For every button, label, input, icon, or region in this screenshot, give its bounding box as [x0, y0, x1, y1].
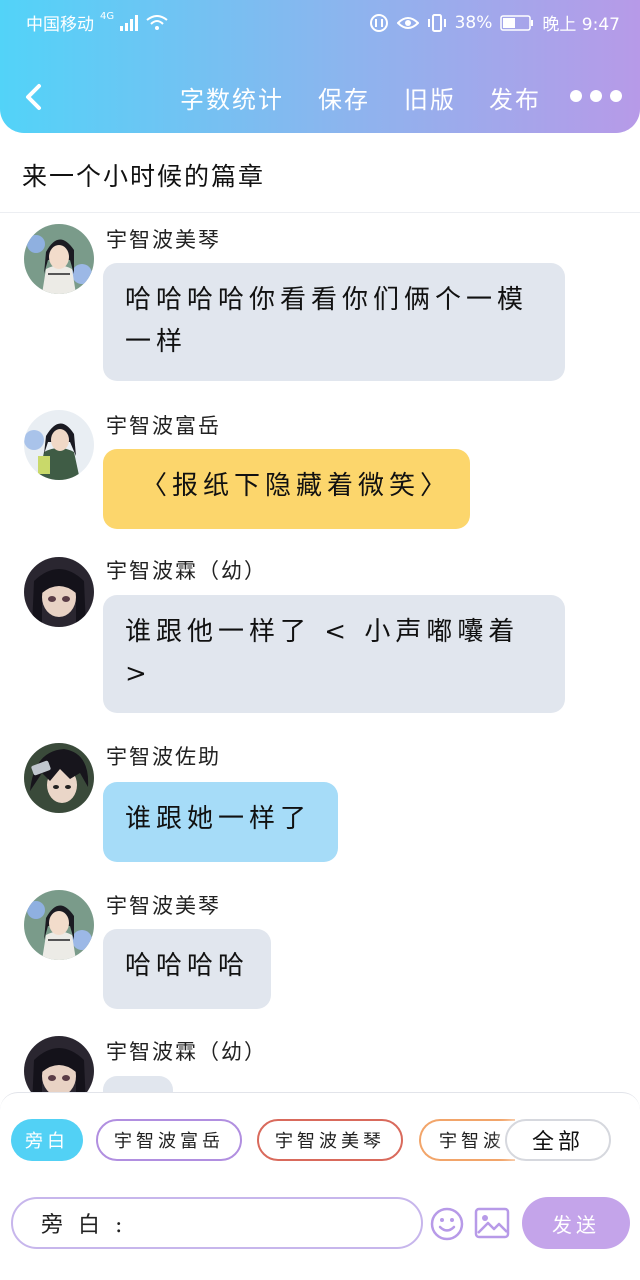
save-button[interactable]: 保存 [318, 80, 370, 115]
role-chip[interactable]: 宇智波 [419, 1119, 515, 1161]
emoji-icon [430, 1207, 464, 1241]
chapter-title-bar[interactable]: 来一个小时候的篇章 [0, 133, 640, 213]
all-roles-button[interactable]: 全部 [505, 1119, 611, 1161]
composer-panel: 旁白 宇智波富岳 宇智波美琴 宇智波 全部 旁 白 : 发送 [0, 1092, 640, 1280]
more-icon [570, 90, 582, 102]
sender-name: 宇智波美琴 [106, 894, 221, 918]
sender-name: 宇智波霖（幼） [106, 1040, 267, 1064]
eye-icon [396, 15, 419, 31]
message-bubble[interactable]: 谁跟她一样了 [103, 782, 338, 862]
chapter-title: 来一个小时候的篇章 [22, 162, 266, 191]
avatar[interactable] [24, 557, 94, 627]
send-button[interactable]: 发送 [522, 1197, 630, 1249]
message-bubble[interactable]: 哈哈哈哈你看看你们俩个一模一样 [103, 263, 565, 381]
message-bubble[interactable]: 谁跟他一样了 < 小声嘟囔着 > [103, 595, 565, 713]
back-icon [26, 84, 41, 110]
wifi-icon [146, 14, 168, 31]
signal-icon [120, 14, 140, 31]
emoji-button[interactable] [430, 1207, 464, 1245]
avatar[interactable] [24, 224, 94, 294]
old-version-button[interactable]: 旧版 [404, 80, 456, 115]
carrier-label: 中国移动 [26, 15, 94, 35]
input-row: 旁 白 : 发送 [0, 1197, 640, 1251]
editor-toolbar: 字数统计 保存 旧版 发布 [0, 70, 640, 124]
role-chip[interactable]: 宇智波美琴 [257, 1119, 403, 1161]
message-bubble[interactable]: 哈哈哈哈 [103, 929, 271, 1009]
word-count-button[interactable]: 字数统计 [180, 80, 284, 115]
image-button[interactable] [474, 1207, 510, 1243]
vibrate-icon [427, 13, 447, 33]
publish-button[interactable]: 发布 [489, 80, 541, 115]
avatar[interactable] [24, 890, 94, 960]
status-bar: 中国移动 4G 38% 晚上 9:47 [0, 0, 640, 44]
avatar[interactable] [24, 743, 94, 813]
more-button[interactable] [570, 90, 622, 102]
message-bubble[interactable] [103, 1076, 173, 1092]
avatar[interactable] [24, 410, 94, 480]
app-header: 中国移动 4G 38% 晚上 9:47 字数统计 保存 旧版 发布 [0, 0, 640, 133]
role-chip[interactable]: 宇智波富岳 [96, 1119, 242, 1161]
sender-name: 宇智波美琴 [106, 228, 221, 252]
chat-list[interactable]: 宇智波美琴 哈哈哈哈你看看你们俩个一模一样 宇智波富岳 〈报纸下隐藏着微笑〉 宇… [0, 214, 640, 1092]
clock: 晚上 9:47 [542, 15, 620, 35]
sender-name: 宇智波霖（幼） [106, 559, 267, 583]
battery-icon [500, 14, 534, 31]
message-input[interactable]: 旁 白 : [11, 1197, 423, 1249]
sender-name: 宇智波佐助 [106, 745, 221, 769]
back-button[interactable] [18, 80, 48, 114]
avatar[interactable] [24, 1036, 94, 1092]
data-saver-icon [369, 13, 389, 33]
role-chip-narrator[interactable]: 旁白 [11, 1119, 83, 1161]
network-label: 4G [100, 11, 115, 22]
sender-name: 宇智波富岳 [106, 414, 221, 438]
battery-percent: 38% [454, 12, 493, 33]
message-bubble[interactable]: 〈报纸下隐藏着微笑〉 [103, 449, 470, 529]
image-icon [474, 1207, 510, 1239]
role-selector: 旁白 宇智波富岳 宇智波美琴 宇智波 全部 [0, 1119, 640, 1163]
